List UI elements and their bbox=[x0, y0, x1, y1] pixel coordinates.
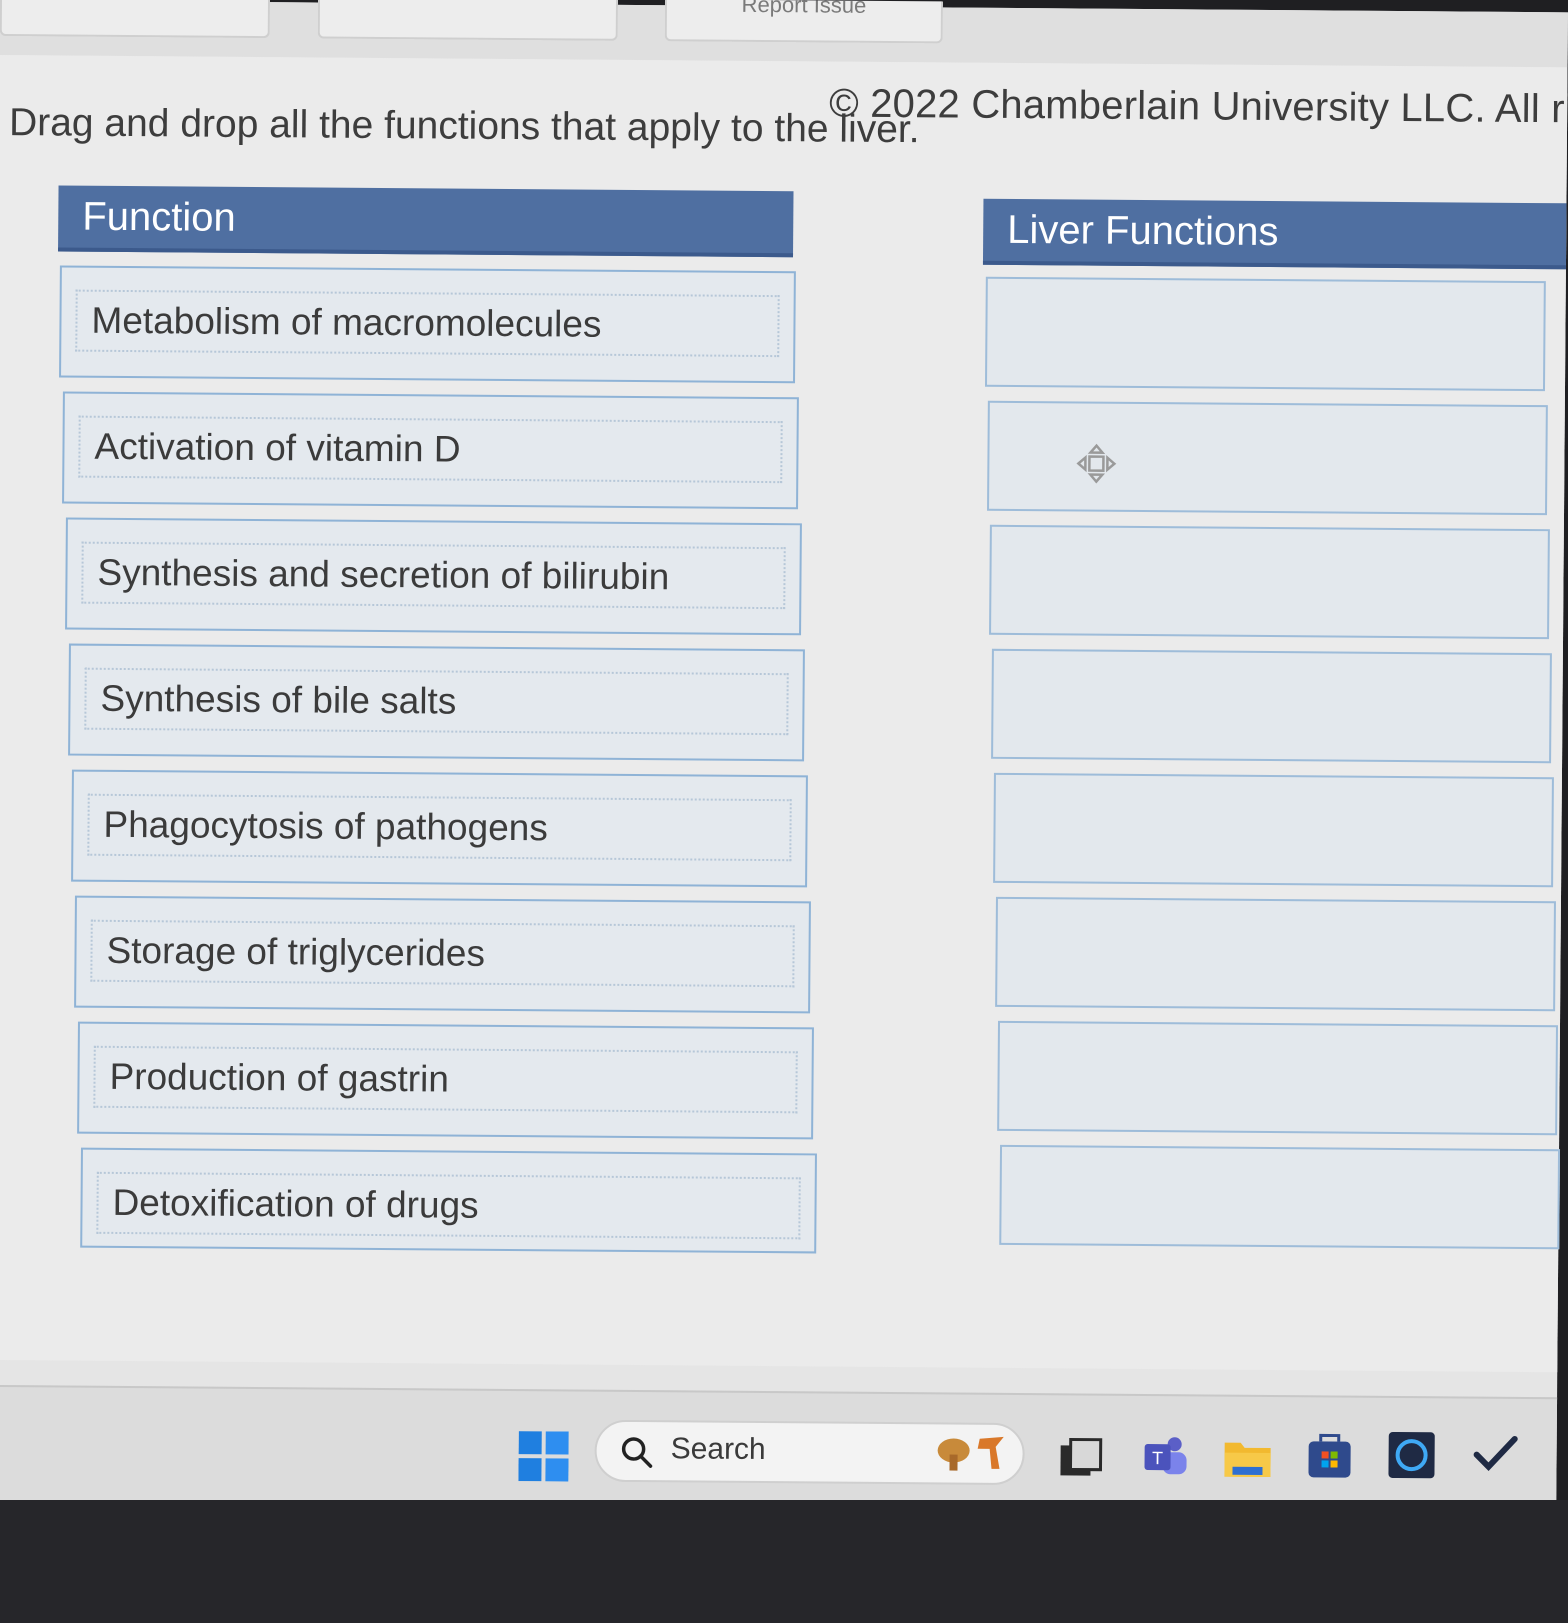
question-page: © 2022 Chamberlain University LLC. All r… bbox=[0, 54, 1568, 1373]
function-column-header: Function bbox=[58, 185, 794, 258]
monitor-bezel bbox=[0, 1500, 1568, 1623]
liver-functions-column-header: Liver Functions bbox=[982, 198, 1567, 270]
widgets-weather-icon[interactable] bbox=[933, 1428, 1013, 1479]
task-view-icon[interactable] bbox=[1056, 1435, 1106, 1485]
draggable-item[interactable]: Synthesis of bile salts bbox=[68, 643, 805, 762]
store-icon[interactable] bbox=[1304, 1431, 1354, 1481]
teams-icon[interactable]: T bbox=[1140, 1432, 1190, 1482]
drop-slot[interactable] bbox=[987, 400, 1548, 516]
drop-slot[interactable] bbox=[999, 1144, 1561, 1250]
file-explorer-icon[interactable] bbox=[1222, 1433, 1272, 1483]
check-app-icon[interactable] bbox=[1470, 1429, 1520, 1479]
dell-icon[interactable] bbox=[1386, 1430, 1436, 1480]
item-label: Synthesis of bile salts bbox=[84, 667, 789, 736]
draggable-item[interactable]: Production of gastrin bbox=[77, 1021, 814, 1140]
drop-slot[interactable] bbox=[989, 524, 1550, 640]
item-label: Synthesis and secretion of bilirubin bbox=[81, 541, 786, 610]
toolbar-button-1[interactable] bbox=[0, 0, 271, 39]
toolbar-button-2[interactable] bbox=[317, 0, 619, 41]
windows-start-icon[interactable] bbox=[518, 1431, 569, 1482]
monitor-screen: Report Issue © 2022 Chamberlain Universi… bbox=[0, 0, 1568, 1573]
item-label: Phagocytosis of pathogens bbox=[87, 793, 792, 862]
drop-slot[interactable] bbox=[997, 1020, 1558, 1136]
question-instructions: Drag and drop all the functions that app… bbox=[8, 101, 920, 152]
move-cursor-icon bbox=[1076, 443, 1117, 484]
function-column-title: Function bbox=[82, 194, 236, 240]
draggable-item[interactable]: Activation of vitamin D bbox=[62, 391, 799, 510]
item-label: Metabolism of macromolecules bbox=[75, 289, 780, 358]
drop-slot[interactable] bbox=[984, 276, 1546, 392]
draggable-item[interactable]: Phagocytosis of pathogens bbox=[71, 769, 808, 888]
drop-slot[interactable] bbox=[993, 772, 1554, 888]
item-label: Production of gastrin bbox=[93, 1045, 798, 1114]
report-issue-button[interactable]: Report Issue bbox=[664, 0, 944, 44]
search-icon bbox=[621, 1437, 653, 1468]
item-label: Activation of vitamin D bbox=[78, 415, 783, 484]
search-label: Search bbox=[670, 1432, 766, 1467]
item-label: Detoxification of drugs bbox=[96, 1171, 801, 1240]
drop-slot[interactable] bbox=[991, 648, 1552, 764]
draggable-item[interactable]: Detoxification of drugs bbox=[80, 1147, 817, 1254]
draggable-item[interactable]: Metabolism of macromolecules bbox=[59, 265, 796, 384]
draggable-item[interactable]: Synthesis and secretion of bilirubin bbox=[65, 517, 802, 636]
svg-text:T: T bbox=[1152, 1448, 1163, 1468]
drop-slot[interactable] bbox=[995, 896, 1556, 1012]
item-label: Storage of triglycerides bbox=[90, 919, 795, 988]
liver-functions-column-title: Liver Functions bbox=[1007, 207, 1279, 255]
copyright-notice: © 2022 Chamberlain University LLC. All r… bbox=[829, 81, 1568, 132]
draggable-item[interactable]: Storage of triglycerides bbox=[74, 895, 811, 1014]
